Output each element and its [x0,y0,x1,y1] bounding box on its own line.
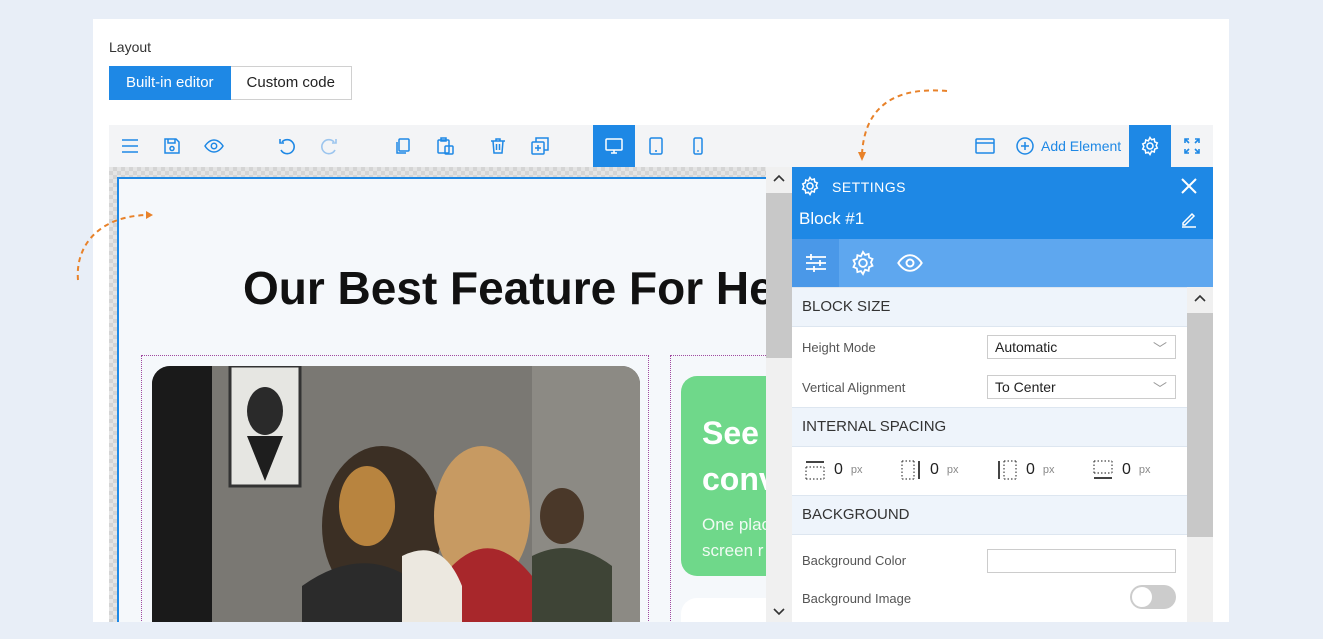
plus-circle-icon [1016,137,1034,155]
team-photo[interactable] [152,366,640,622]
chevron-down-icon: ﹀ [1153,341,1167,357]
settings-gear-icon [801,176,819,196]
feature-card-title-line1: See [702,415,759,451]
editor-toolbar: Add Element [109,125,1213,167]
background-image-label: Background Image [802,591,912,606]
feature-card-desc: One plac screen r [702,512,766,564]
curved-arrow-left-decoration [76,211,153,281]
settings-title: SETTINGS [832,179,907,195]
spacing-row: 0 px 0 px 0 px 0 px [792,447,1187,495]
padding-bottom-icon [1093,460,1113,479]
background-color-input[interactable] [987,549,1176,573]
column-left[interactable] [141,355,649,622]
settings-scrollbar[interactable] [1187,287,1213,622]
section-background: BACKGROUND [792,495,1187,535]
padding-bottom-value: 0 [1122,461,1131,478]
settings-body: BLOCK SIZE Height Mode Automatic ﹀ Verti… [792,287,1187,622]
scroll-up-icon[interactable] [773,173,785,185]
background-color-label: Background Color [802,553,907,568]
block-headline[interactable]: Our Best Feature For He [243,261,766,315]
padding-left-unit: px [1042,464,1055,476]
background-image-row: Background Image [792,579,1187,619]
vertical-alignment-value: To Center [995,379,1056,395]
eye-icon [896,254,923,272]
canvas-scroll-thumb[interactable] [766,193,792,358]
editor-card: Layout Built-in editor Custom code Add E… [93,19,1229,622]
editor-canvas[interactable]: Our Best Feature For He See con One plac… [109,167,766,622]
padding-right-unit: px [946,464,959,476]
padding-right-icon [901,460,920,480]
vertical-alignment-label: Vertical Alignment [802,380,906,395]
settings-header: SETTINGS Block #1 [792,167,1213,239]
save-icon[interactable] [151,125,193,167]
vertical-alignment-select[interactable]: To Center ﹀ [987,375,1176,399]
fullscreen-icon[interactable] [1171,125,1213,167]
built-in-editor-button[interactable]: Built-in editor [109,66,231,100]
feature-card-desc-line1: One plac [702,515,766,534]
height-mode-select[interactable]: Automatic ﹀ [987,335,1176,359]
custom-code-button[interactable]: Custom code [230,66,352,100]
feature-card-desc-line2: screen r [702,541,764,560]
chevron-down-icon: ﹀ [1153,381,1167,397]
edit-pencil-icon[interactable] [1180,210,1198,228]
add-element-label: Add Element [1041,138,1122,154]
settings-panel: SETTINGS Block #1 BLOCK SIZE Height Mode… [792,167,1213,622]
feature-card[interactable]: See conv One plac screen r [681,376,766,576]
preview-eye-icon[interactable] [193,125,235,167]
undo-icon[interactable] [266,125,308,167]
block-name: Block #1 [799,209,865,228]
selected-block[interactable]: Our Best Feature For He See con One plac… [117,177,766,622]
tab-settings[interactable] [839,239,886,287]
vertical-alignment-row: Vertical Alignment To Center ﹀ [792,367,1187,407]
copy-icon[interactable] [382,125,424,167]
tablet-view-icon[interactable] [635,125,677,167]
browser-window-icon[interactable] [964,125,1006,167]
team-photo-illustration [152,366,640,622]
add-element-button[interactable]: Add Element [1015,125,1121,167]
padding-top-unit: px [850,464,863,476]
canvas-scrollbar[interactable] [766,167,792,622]
settings-tabs [792,239,1213,287]
padding-left[interactable]: 0 px [996,459,1055,481]
secondary-card[interactable] [681,598,766,622]
close-icon[interactable] [1181,178,1197,194]
scroll-up-icon[interactable] [1194,293,1206,305]
delete-icon[interactable] [477,125,519,167]
height-mode-label: Height Mode [802,340,876,355]
padding-right-value: 0 [930,461,939,478]
padding-top-value: 0 [834,461,843,478]
padding-top[interactable]: 0 px [804,459,863,481]
layout-mode-switch: Built-in editor Custom code [109,66,352,100]
padding-bottom-unit: px [1138,464,1151,476]
sliders-icon [805,254,826,272]
background-color-row: Background Color [792,535,1187,579]
gear-icon [851,250,874,276]
paste-icon[interactable] [424,125,466,167]
padding-top-icon [805,461,825,480]
duplicate-icon[interactable] [519,125,561,167]
curved-arrow-top-decoration [858,89,948,161]
scroll-down-icon[interactable] [773,605,785,617]
desktop-view-icon[interactable] [593,125,635,167]
padding-left-icon [998,460,1017,480]
tab-visibility[interactable] [886,239,933,287]
column-right[interactable]: See conv One plac screen r [670,355,766,622]
menu-icon[interactable] [109,125,151,167]
height-mode-row: Height Mode Automatic ﹀ [792,327,1187,367]
height-mode-value: Automatic [995,339,1058,355]
mobile-view-icon[interactable] [677,125,719,167]
padding-left-value: 0 [1026,461,1035,478]
settings-gear-icon[interactable] [1129,125,1171,167]
feature-card-title-line2: conv [702,461,766,497]
redo-icon[interactable] [308,125,350,167]
tab-layout-sliders[interactable] [792,239,839,287]
settings-scroll-thumb[interactable] [1187,313,1213,537]
background-image-toggle[interactable] [1130,585,1176,609]
section-block-size: BLOCK SIZE [792,287,1187,327]
layout-label: Layout [109,39,152,55]
section-internal-spacing: INTERNAL SPACING [792,407,1187,447]
padding-right[interactable]: 0 px [900,459,959,481]
padding-bottom[interactable]: 0 px [1092,459,1151,481]
